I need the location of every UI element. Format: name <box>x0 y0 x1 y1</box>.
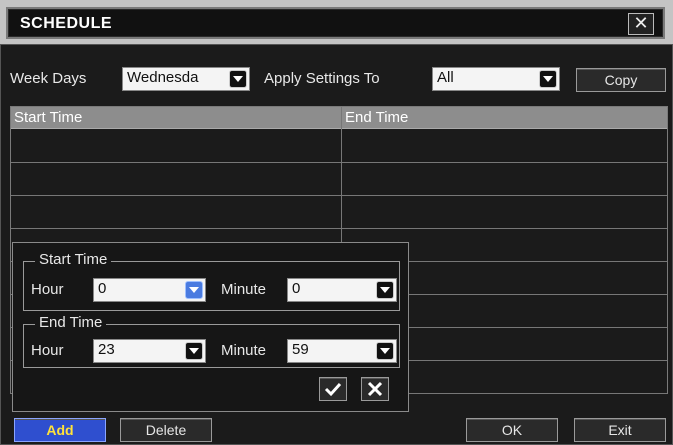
end-hour-label: Hour <box>31 342 64 359</box>
start-minute-label: Minute <box>221 281 267 298</box>
close-button[interactable]: ✕ <box>628 13 654 35</box>
start-hour-select[interactable]: 0 <box>93 278 206 302</box>
window-title: SCHEDULE <box>20 15 113 32</box>
end-hour-select[interactable]: 23 <box>93 339 206 363</box>
apply-settings-label: Apply Settings To <box>264 70 380 87</box>
end-minute-select[interactable]: 59 <box>287 339 397 363</box>
chevron-down-icon <box>376 342 394 360</box>
time-edit-popup: Start Time Hour 0 Minute 0 End Time Hour… <box>12 242 409 412</box>
close-icon: ✕ <box>633 13 649 33</box>
column-header-end: End Time <box>341 107 667 129</box>
exit-button[interactable]: Exit <box>574 418 666 442</box>
end-minute-value: 59 <box>292 341 309 358</box>
cancel-button[interactable] <box>361 377 389 401</box>
week-days-select[interactable]: Wednesda <box>122 67 250 91</box>
check-icon <box>324 382 342 397</box>
apply-settings-value: All <box>437 69 454 86</box>
table-row[interactable] <box>11 130 667 163</box>
start-minute-value: 0 <box>292 280 301 297</box>
week-days-value: Wednesda <box>127 69 199 86</box>
start-minute-select[interactable]: 0 <box>287 278 397 302</box>
chevron-down-icon <box>539 70 557 88</box>
week-days-label: Week Days <box>10 70 87 87</box>
apply-settings-select[interactable]: All <box>432 67 560 91</box>
end-minute-label: Minute <box>221 342 267 359</box>
start-hour-label: Hour <box>31 281 64 298</box>
delete-button[interactable]: Delete <box>120 418 212 442</box>
end-time-legend: End Time <box>35 314 107 331</box>
chevron-down-icon <box>185 281 203 299</box>
chevron-down-icon <box>376 281 394 299</box>
chevron-down-icon <box>229 70 247 88</box>
copy-button[interactable]: Copy <box>576 68 666 92</box>
column-header-start: Start Time <box>11 107 341 129</box>
ok-button[interactable]: OK <box>466 418 558 442</box>
close-icon <box>367 381 383 397</box>
chevron-down-icon <box>185 342 203 360</box>
table-row[interactable] <box>11 163 667 196</box>
table-row[interactable] <box>11 196 667 229</box>
confirm-button[interactable] <box>319 377 347 401</box>
end-hour-value: 23 <box>98 341 115 358</box>
add-button[interactable]: Add <box>14 418 106 442</box>
start-hour-value: 0 <box>98 280 107 297</box>
start-time-legend: Start Time <box>35 251 112 268</box>
